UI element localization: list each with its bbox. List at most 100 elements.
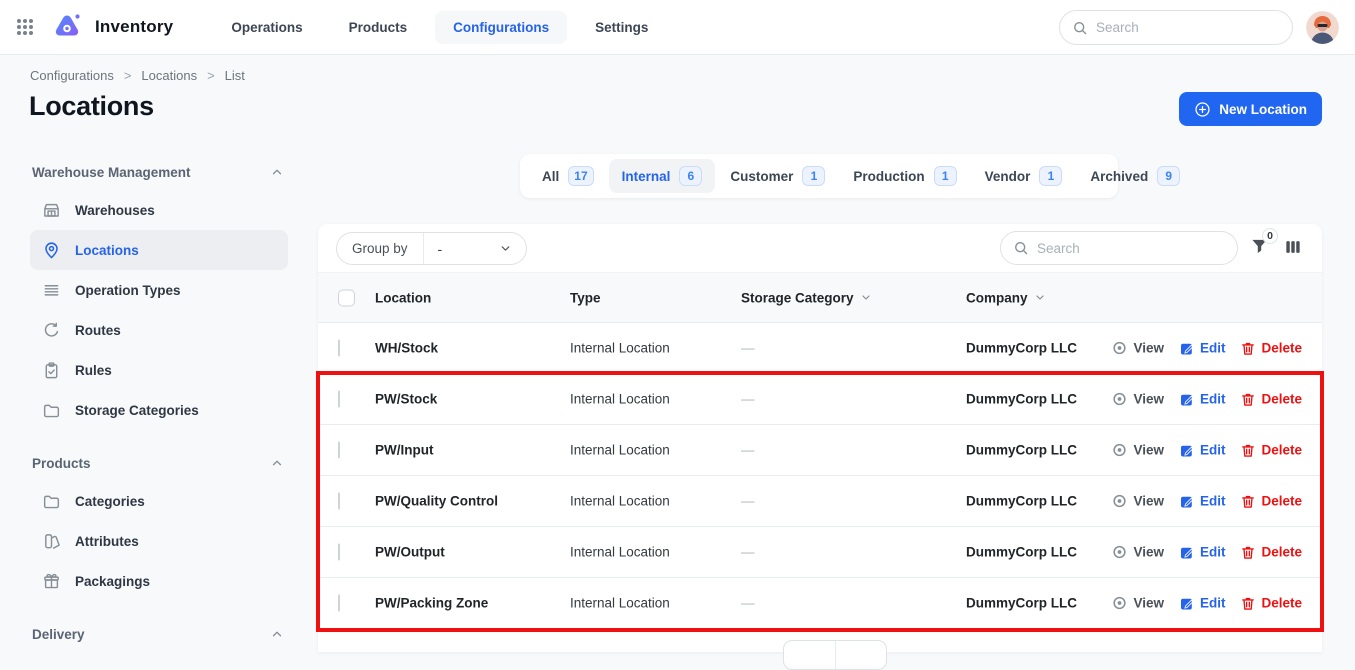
sidebar-item-operation-types[interactable]: Operation Types — [30, 270, 288, 310]
filter-tabs: All 17 Internal 6 Customer 1 Production … — [520, 154, 1118, 198]
group-by-select[interactable]: - — [424, 241, 526, 257]
sidebar-item-categories[interactable]: Categories — [30, 481, 288, 521]
cell-company: DummyCorp LLC — [966, 596, 1077, 611]
nav-item-operations[interactable]: Operations — [213, 11, 320, 44]
row-checkbox[interactable] — [338, 442, 340, 459]
edit-button[interactable]: Edit — [1179, 391, 1226, 407]
tab-vendor[interactable]: Vendor 1 — [972, 159, 1076, 193]
refresh-icon — [42, 321, 61, 340]
nav-item-settings[interactable]: Settings — [577, 11, 666, 44]
filter-button[interactable]: 0 — [1250, 237, 1269, 256]
tab-count-badge: 1 — [1039, 166, 1062, 186]
tab-customer[interactable]: Customer 1 — [717, 159, 838, 193]
tab-all[interactable]: All 17 — [529, 159, 607, 193]
folder-icon — [42, 492, 61, 511]
delete-button[interactable]: Delete — [1240, 595, 1302, 611]
sidebar-item-rules[interactable]: Rules — [30, 350, 288, 390]
delete-button[interactable]: Delete — [1240, 493, 1302, 509]
tab-label: Internal — [622, 169, 671, 184]
select-all-checkbox[interactable] — [338, 289, 355, 306]
group-by-value: - — [438, 241, 443, 257]
table-row: PW/Stock Internal Location — DummyCorp L… — [318, 374, 1322, 425]
sidebar-section-header[interactable]: Products — [30, 451, 288, 475]
delete-button[interactable]: Delete — [1240, 340, 1302, 356]
view-button[interactable]: View — [1111, 391, 1164, 408]
view-button[interactable]: View — [1111, 340, 1164, 357]
row-checkbox[interactable] — [338, 391, 340, 408]
row-checkbox[interactable] — [338, 493, 340, 510]
tab-archived[interactable]: Archived 9 — [1077, 159, 1193, 193]
sidebar-item-label: Routes — [75, 323, 121, 338]
sidebar-section-header[interactable]: Warehouse Management — [30, 160, 288, 184]
sidebar-item-label: Packagings — [75, 574, 150, 589]
plus-circle-icon — [1194, 101, 1211, 118]
edit-button[interactable]: Edit — [1179, 544, 1226, 560]
cell-storage-category: — — [741, 341, 755, 356]
nav-item-products[interactable]: Products — [331, 11, 426, 44]
delete-button[interactable]: Delete — [1240, 544, 1302, 560]
sidebar-item-warehouses[interactable]: Warehouses — [30, 190, 288, 230]
delete-button[interactable]: Delete — [1240, 391, 1302, 407]
cell-storage-category: — — [741, 596, 755, 611]
view-button[interactable]: View — [1111, 544, 1164, 561]
pagination-prev-button[interactable] — [784, 641, 836, 669]
row-checkbox[interactable] — [338, 544, 340, 561]
view-button[interactable]: View — [1111, 442, 1164, 459]
column-header-location: Location — [375, 290, 431, 305]
sidebar-item-packagings[interactable]: Packagings — [30, 561, 288, 601]
sidebar-item-locations[interactable]: Locations — [30, 230, 288, 270]
sidebar-item-attributes[interactable]: Attributes — [30, 521, 288, 561]
gift-icon — [42, 572, 61, 591]
view-button[interactable]: View — [1111, 595, 1164, 612]
tab-count-badge: 1 — [802, 166, 825, 186]
sidebar-section-header[interactable]: Delivery — [30, 622, 288, 646]
edit-button[interactable]: Edit — [1179, 442, 1226, 458]
app-launcher-icon[interactable] — [17, 19, 33, 35]
column-header-company[interactable]: Company — [966, 290, 1046, 305]
chevron-down-icon — [499, 242, 512, 255]
tab-label: Production — [853, 169, 924, 184]
page-title: Locations — [29, 91, 154, 122]
tab-production[interactable]: Production 1 — [840, 159, 969, 193]
app-title: Inventory — [95, 17, 173, 37]
column-header-storage-category[interactable]: Storage Category — [741, 290, 872, 305]
edit-button[interactable]: Edit — [1179, 493, 1226, 509]
table-search-input[interactable] — [1037, 241, 1225, 256]
columns-toggle-button[interactable] — [1284, 238, 1302, 256]
global-search-input[interactable] — [1096, 20, 1280, 35]
sidebar-section-products: Products Categories Attr — [30, 451, 288, 601]
section-title: Warehouse Management — [32, 165, 191, 180]
nav-item-configurations[interactable]: Configurations — [435, 11, 567, 44]
cell-storage-category: — — [741, 545, 755, 560]
edit-button[interactable]: Edit — [1179, 595, 1226, 611]
edit-label: Edit — [1200, 596, 1226, 611]
warehouse-icon — [42, 201, 61, 220]
user-avatar[interactable] — [1306, 11, 1339, 44]
delete-label: Delete — [1261, 443, 1302, 458]
delete-button[interactable]: Delete — [1240, 442, 1302, 458]
sidebar-section-warehouse-management: Warehouse Management Warehouses — [30, 160, 288, 430]
sidebar-item-label: Operation Types — [75, 283, 181, 298]
sidebar-item-storage-categories[interactable]: Storage Categories — [30, 390, 288, 430]
group-by-control[interactable]: Group by - — [336, 232, 527, 265]
tab-count-badge: 17 — [568, 166, 593, 186]
folder-icon — [42, 401, 61, 420]
edit-button[interactable]: Edit — [1179, 340, 1226, 356]
chevron-down-icon — [860, 292, 872, 304]
pagination-next-button[interactable] — [836, 641, 887, 669]
tab-internal[interactable]: Internal 6 — [609, 159, 716, 193]
breadcrumb-configurations[interactable]: Configurations — [30, 68, 114, 83]
sidebar-item-routes[interactable]: Routes — [30, 310, 288, 350]
select-all-checkbox-wrap — [338, 289, 355, 306]
view-button[interactable]: View — [1111, 493, 1164, 510]
row-checkbox[interactable] — [338, 595, 340, 612]
tab-count-badge: 6 — [679, 166, 702, 186]
new-location-button[interactable]: New Location — [1179, 92, 1322, 126]
table-toolbar: Group by - 0 — [318, 224, 1322, 272]
tab-label: Vendor — [985, 169, 1031, 184]
breadcrumb-locations[interactable]: Locations — [141, 68, 197, 83]
cell-storage-category: — — [741, 392, 755, 407]
row-checkbox[interactable] — [338, 340, 340, 357]
breadcrumb-list[interactable]: List — [225, 68, 245, 83]
chevron-up-icon — [270, 456, 284, 470]
